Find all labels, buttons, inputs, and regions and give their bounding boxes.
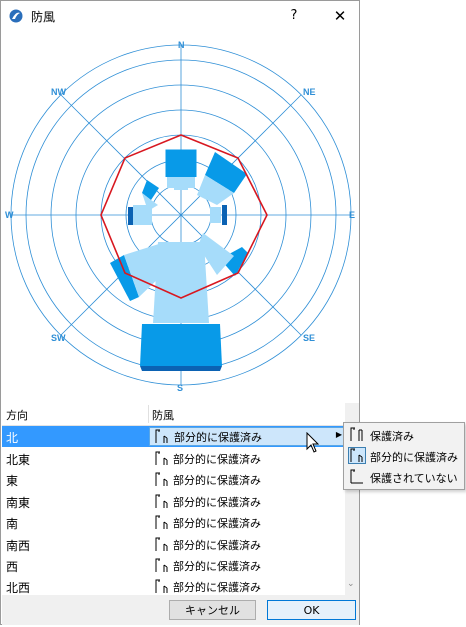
table-row[interactable]: 南東 部分的に保護済み [2, 491, 345, 512]
menu-item-label: 保護済み [370, 430, 414, 443]
compass-label-se: SE [303, 333, 315, 343]
wind-rose-diagram: N NE E SE S SW W NW [5, 40, 355, 393]
compass-label-nw: NW [51, 87, 66, 97]
row-direction: 東 [6, 474, 19, 488]
partially-protected-icon [348, 447, 366, 464]
protection-value: 部分的に保護済み [173, 496, 261, 509]
table-header: 方向 防風 [2, 403, 345, 426]
partially-protected-icon [155, 579, 168, 593]
dropdown-arrow-icon: ▶ [335, 430, 342, 439]
partially-protected-icon [155, 451, 168, 465]
cancel-button[interactable]: キャンセル [169, 600, 256, 620]
row-direction: 西 [6, 560, 19, 574]
mouse-cursor-icon [306, 432, 320, 453]
protected-icon [350, 427, 363, 441]
row-direction: 南東 [6, 496, 31, 510]
protection-value: 部分的に保護済み [173, 581, 261, 594]
table-row[interactable]: 南 部分的に保護済み [2, 512, 345, 533]
protection-value: 部分的に保護済み [174, 431, 262, 444]
compass-label-sw: SW [51, 333, 66, 343]
header-direction[interactable]: 方向 [6, 407, 28, 423]
partially-protected-icon [155, 558, 168, 572]
compass-label-n: N [178, 40, 185, 50]
column-separator [148, 405, 149, 423]
row-direction: 南 [6, 517, 19, 531]
help-button[interactable]: ? [285, 6, 303, 26]
row-direction: 南西 [6, 539, 31, 553]
table-row[interactable]: 西 部分的に保護済み [2, 555, 345, 576]
row-direction: 北 [6, 431, 19, 445]
menu-item-partially-protected[interactable]: 部分的に保護済み [346, 446, 462, 466]
unprotected-icon [350, 469, 363, 484]
menu-item-label: 保護されていない [370, 472, 458, 485]
compass-label-w: W [5, 210, 14, 220]
compass-label-e: E [349, 210, 355, 220]
dialog-footer: キャンセル OK [2, 595, 359, 625]
protection-popup-menu: 保護済み 部分的に保護済み 保護されていない [343, 422, 465, 490]
menu-item-protected[interactable]: 保護済み [346, 425, 462, 445]
partially-protected-icon [155, 429, 168, 443]
compass-label-s: S [177, 383, 183, 393]
scroll-down-icon[interactable]: ⌄ [347, 579, 355, 589]
menu-item-unprotected[interactable]: 保護されていない [346, 467, 462, 487]
ok-button[interactable]: OK [267, 600, 356, 620]
dialog-title: 防風 [31, 10, 56, 24]
table-row[interactable]: 北西 部分的に保護済み [2, 576, 345, 595]
table-row[interactable]: 南西 部分的に保護済み [2, 534, 345, 555]
row-direction: 北西 [6, 581, 31, 595]
table-row[interactable]: 東 部分的に保護済み [2, 469, 345, 490]
partially-protected-icon [155, 494, 168, 508]
partially-protected-icon [155, 472, 168, 486]
header-protection[interactable]: 防風 [152, 407, 174, 423]
protection-value: 部分的に保護済み [173, 539, 261, 552]
table-row[interactable]: 北 部分的に保護済み ▶ [2, 426, 347, 447]
title-bar: 防風 ? ✕ [1, 1, 359, 31]
wind-rose-wedges [110, 149, 248, 371]
row-direction: 北東 [6, 453, 31, 467]
protection-value: 部分的に保護済み [173, 517, 261, 530]
protection-value: 部分的に保護済み [173, 474, 261, 487]
menu-item-label: 部分的に保護済み [370, 451, 458, 464]
protection-value: 部分的に保護済み [173, 453, 261, 466]
partially-protected-icon [155, 537, 168, 551]
partially-protected-icon [155, 515, 168, 529]
protection-value: 部分的に保護済み [173, 560, 261, 573]
app-icon [9, 9, 23, 23]
table-row[interactable]: 北東 部分的に保護済み [2, 448, 345, 469]
wind-protection-dialog: 防風 ? ✕ N NE E SE S SW W NW 方向 防風 北 部分的に保… [0, 0, 360, 625]
compass-label-ne: NE [303, 87, 316, 97]
close-button[interactable]: ✕ [329, 6, 351, 26]
